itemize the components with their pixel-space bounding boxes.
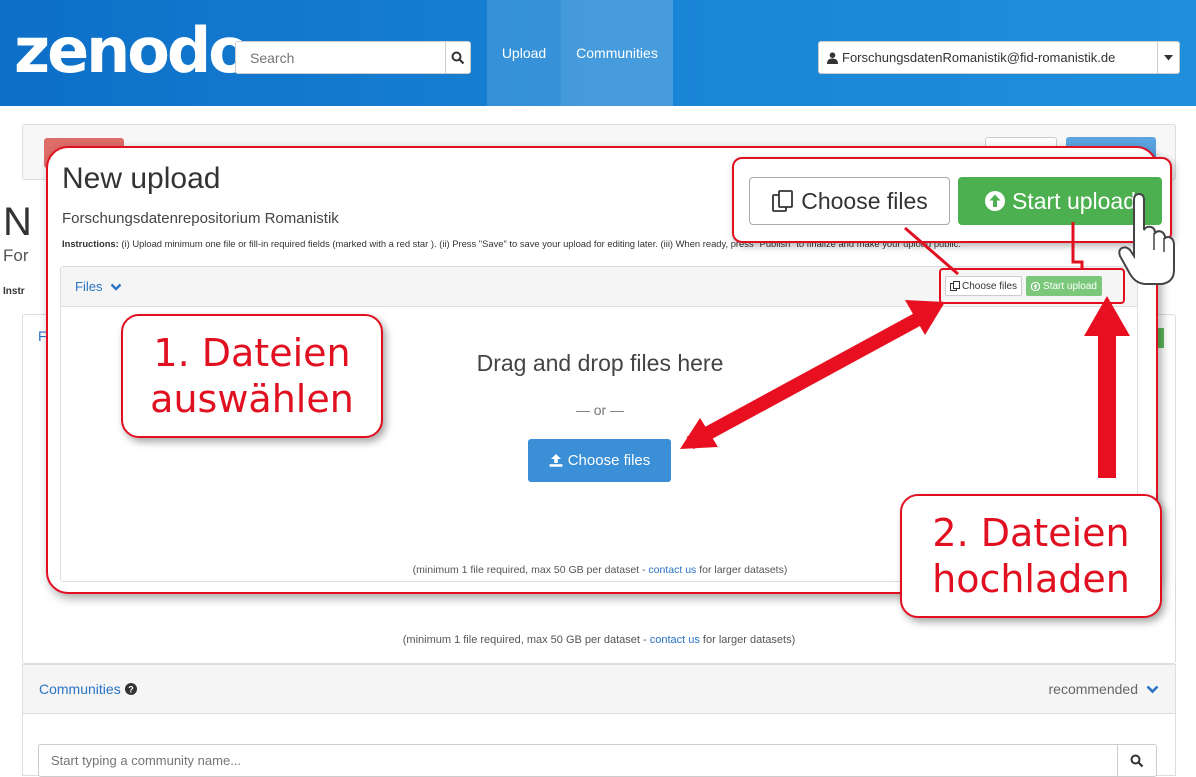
arrow-start-shaft (1098, 330, 1116, 478)
step-2-line-1: 2. Dateien (932, 511, 1130, 555)
step-1-line-2: auswählen (150, 377, 354, 421)
step-2-line-2: hochladen (932, 557, 1130, 601)
arrow-choose-shaft (686, 311, 924, 450)
hand-cursor-icon (1118, 192, 1175, 285)
step-2-label: 2. Dateien hochladen (900, 494, 1162, 618)
connector-start-line (1071, 222, 1084, 270)
step-1-line-1: 1. Dateien (153, 331, 351, 375)
step-1-label: 1. Dateien auswählen (121, 314, 383, 438)
arrow-start-head (1084, 296, 1130, 336)
connector-choose-line (904, 226, 959, 276)
